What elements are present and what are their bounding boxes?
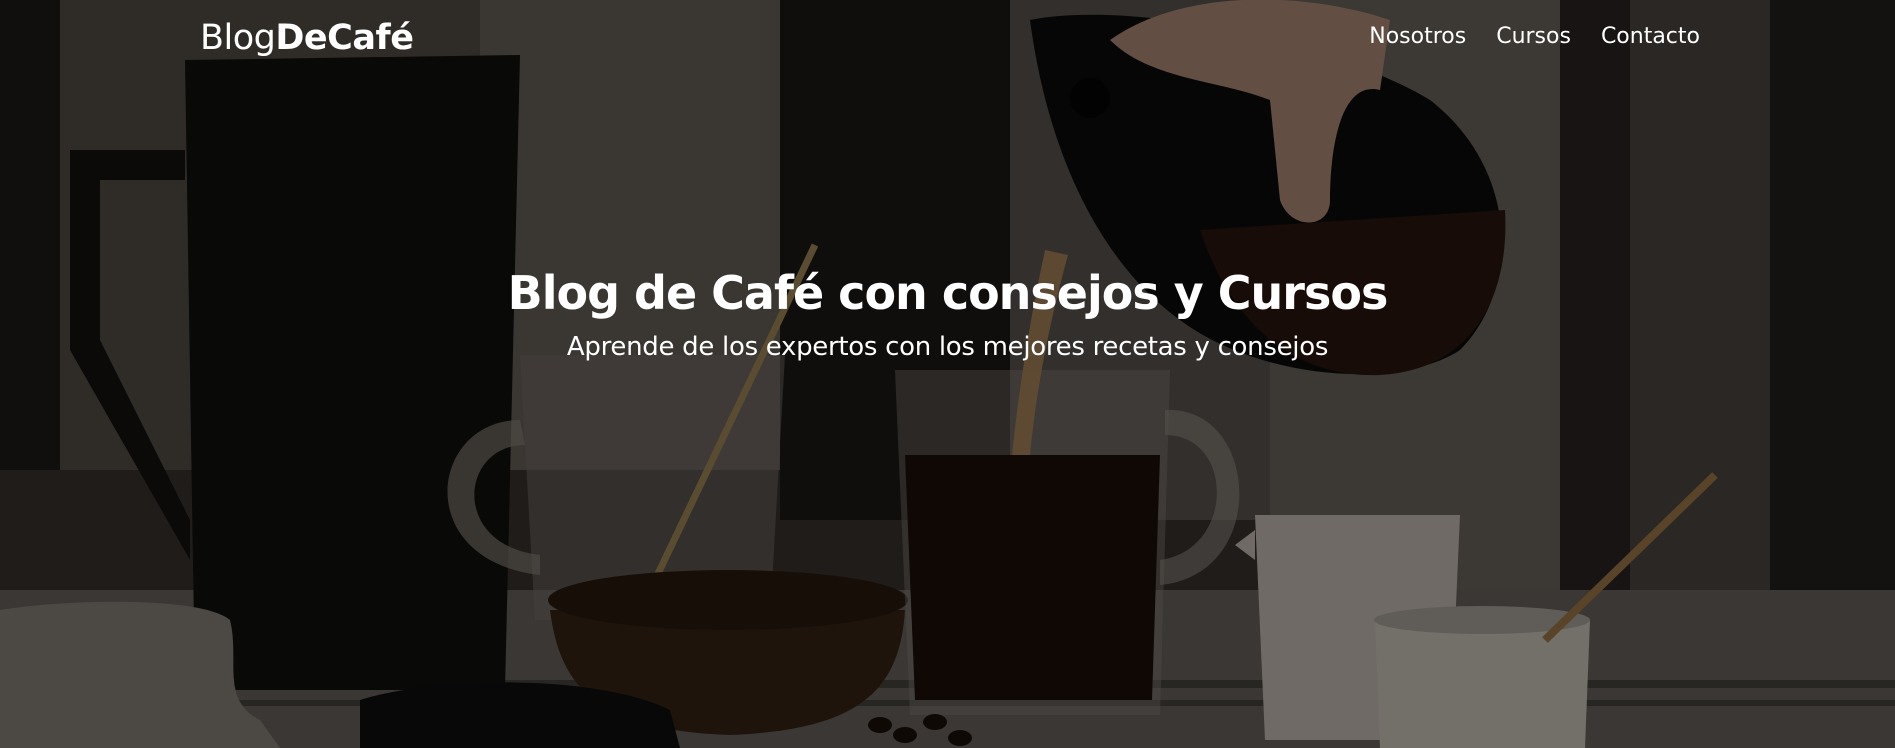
nav-link-contacto[interactable]: Contacto [1601, 24, 1700, 49]
hero-subtitle: Aprende de los expertos con los mejores … [566, 332, 1329, 362]
main-nav: Nosotros Cursos Contacto [1369, 24, 1700, 49]
logo-text-bold: DeCafé [275, 18, 414, 58]
site-header: BlogDeCafé Nosotros Cursos Contacto [0, 0, 1895, 80]
hero-overlay [0, 0, 1895, 748]
hero-title: Blog de Café con consejos y Cursos [507, 266, 1389, 320]
hero-section: BlogDeCafé Nosotros Cursos Contacto Blog… [0, 0, 1895, 748]
site-logo[interactable]: BlogDeCafé [200, 18, 414, 58]
hero-content: Blog de Café con consejos y Cursos Apren… [0, 266, 1895, 362]
nav-link-cursos[interactable]: Cursos [1496, 24, 1571, 49]
nav-link-nosotros[interactable]: Nosotros [1369, 24, 1466, 49]
logo-text-light: Blog [200, 18, 276, 58]
